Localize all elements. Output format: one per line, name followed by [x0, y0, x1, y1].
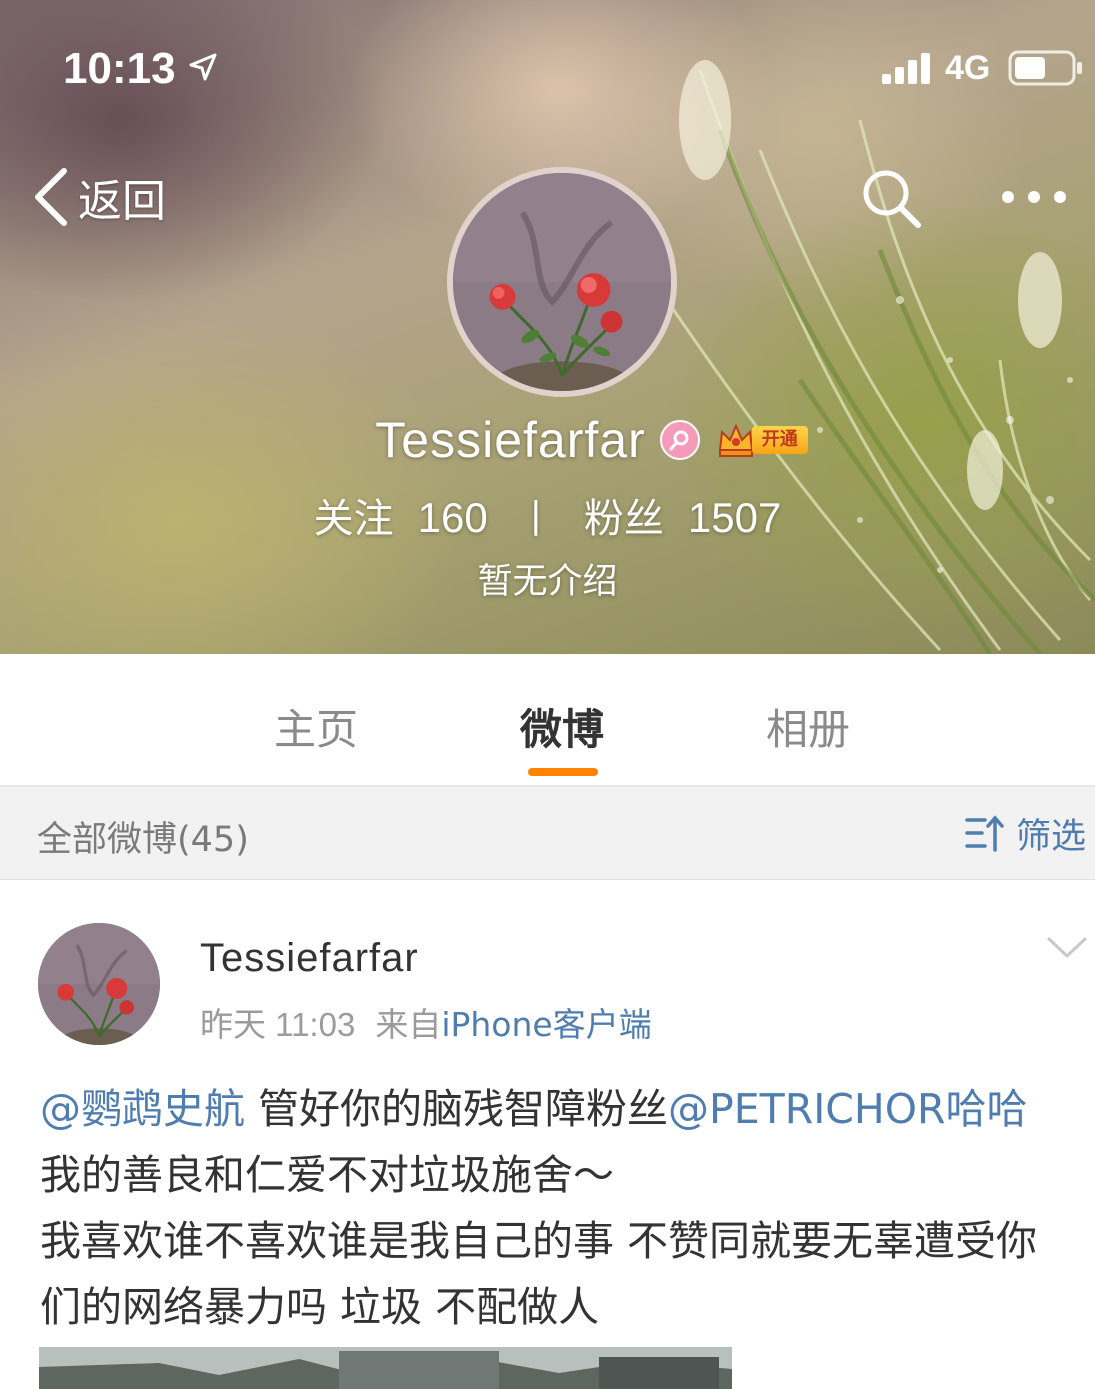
female-gender-icon [659, 420, 700, 460]
status-bar: 10:13 4G [0, 0, 1095, 130]
post-avatar[interactable] [38, 923, 160, 1045]
back-label: 返回 [78, 176, 166, 227]
active-tab-indicator [528, 768, 598, 776]
chevron-down-icon[interactable] [1046, 935, 1088, 961]
mention-link[interactable]: @鹦鹉史航 [40, 1085, 245, 1133]
profile-cover: 10:13 4G 返回 Tessiefarfar 开通 关注 160 | 粉丝 … [0, 0, 1095, 654]
tab-weibo[interactable]: 微博 [462, 696, 662, 757]
network-type: 4G [945, 49, 991, 87]
post-text-segment: 我喜欢谁不喜欢谁是我自己的事 不赞同就要无辜遭受你们的网络暴力吗 垃圾 不配做人 [40, 1217, 1038, 1331]
post-source[interactable]: iPhone客户端 [441, 1005, 651, 1044]
more-dots-icon[interactable] [996, 182, 1072, 212]
rose-avatar-image [453, 173, 671, 391]
all-posts-count: 全部微博(45) [37, 820, 249, 860]
search-icon[interactable] [858, 165, 924, 231]
status-time: 10:13 [63, 44, 176, 93]
followers-stat[interactable]: 粉丝 1507 [584, 486, 781, 544]
profile-avatar[interactable] [447, 167, 677, 397]
vip-open-label: 开通 [751, 426, 808, 454]
follow-stats: 关注 160 | 粉丝 1507 [0, 487, 1095, 543]
following-label: 关注 [313, 496, 394, 542]
followers-count: 1507 [687, 494, 782, 541]
post-text-segment: 管好你的脑残智障粉丝 [245, 1085, 669, 1133]
crown-icon [718, 423, 753, 457]
following-count: 160 [417, 494, 488, 541]
post-time: 昨天 11:03 [200, 1006, 356, 1043]
profile-tabs: 主页 微博 相册 [0, 654, 1095, 787]
filter-sort-icon [965, 815, 1004, 852]
post-photo-image [39, 1347, 732, 1389]
post-text-segment: 我的善良和仁爱不对垃圾施舍～ [40, 1151, 614, 1199]
mention-link[interactable]: @PETRICHOR哈哈 [668, 1085, 1027, 1133]
tab-home[interactable]: 主页 [216, 696, 416, 757]
back-button[interactable]: 返回 [30, 165, 166, 229]
signal-bars-icon [882, 53, 930, 84]
post-image[interactable] [39, 1347, 732, 1389]
tab-album[interactable]: 相册 [708, 696, 908, 757]
filter-label: 筛选 [1016, 816, 1087, 857]
weibo-post: Tessiefarfar 昨天 11:03 来自iPhone客户端 @鹦鹉史航 管… [0, 880, 1095, 1389]
post-source-prefix: 来自 [375, 1005, 442, 1044]
post-content: @鹦鹉史航 管好你的脑残智障粉丝@PETRICHOR哈哈 我的善良和仁爱不对垃圾… [40, 1076, 1070, 1340]
filter-bar: 全部微博(45) 筛选 [0, 787, 1095, 880]
location-arrow-icon [189, 53, 217, 81]
rose-avatar-image [38, 923, 160, 1045]
filter-button[interactable]: 筛选 [964, 805, 1086, 861]
post-author[interactable]: Tessiefarfar [200, 936, 419, 981]
followers-label: 粉丝 [583, 496, 664, 542]
vip-badge[interactable]: 开通 [716, 419, 808, 461]
profile-name-row: Tessiefarfar 开通 [0, 408, 1095, 472]
back-chevron-icon [35, 168, 67, 226]
post-meta: 昨天 11:03 来自iPhone客户端 [200, 998, 652, 1046]
profile-name: Tessiefarfar [375, 412, 646, 468]
profile-bio: 暂无介绍 [477, 562, 618, 602]
stats-divider: | [529, 494, 542, 536]
battery-icon [1008, 50, 1082, 86]
following-stat[interactable]: 关注 160 [314, 486, 488, 544]
